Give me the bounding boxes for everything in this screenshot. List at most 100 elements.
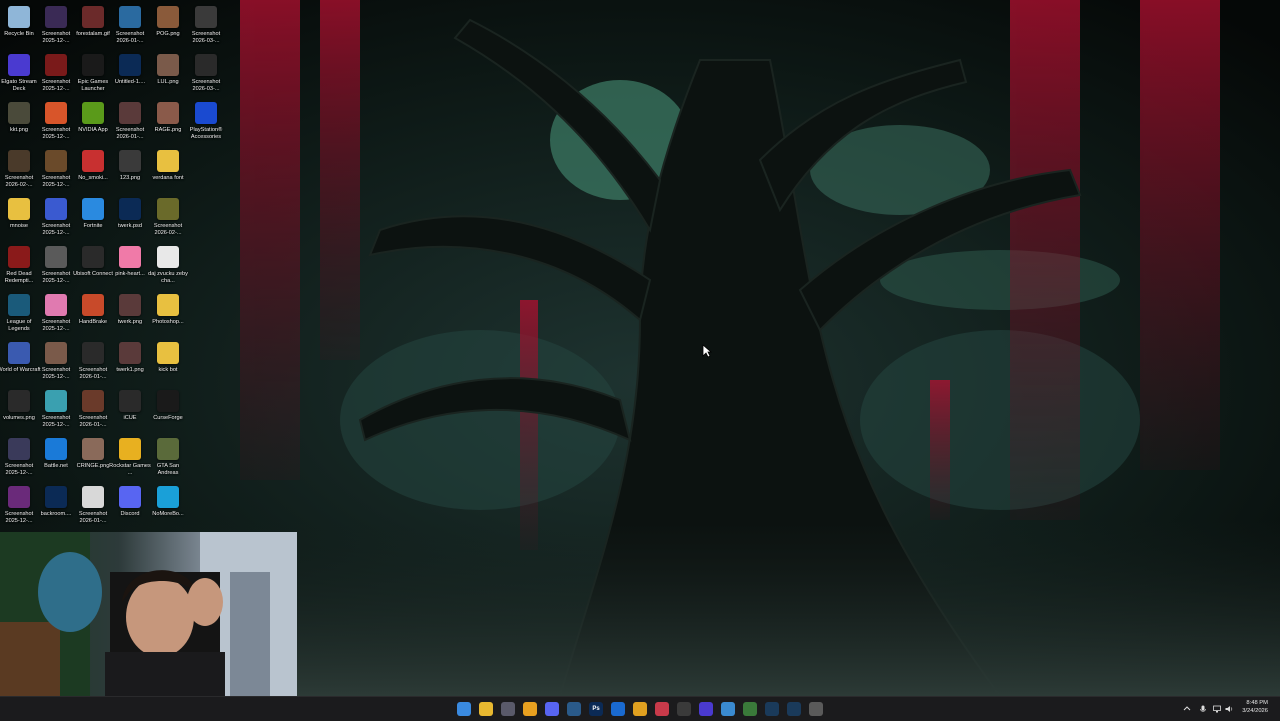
taskbar-app-icon[interactable] [655,702,669,716]
desktop-icon[interactable]: Photoshop... [149,290,187,338]
desktop-icon[interactable]: mnoise [0,194,38,242]
desktop-icon[interactable]: CRINGE.png [74,434,112,482]
nvidia-icon [82,102,104,124]
desktop-icon[interactable]: Screenshot 2025-12-... [37,338,75,386]
recycle-bin-icon [8,6,30,28]
network-icon[interactable] [1213,705,1221,713]
image-icon [195,54,217,76]
desktop-icon[interactable]: 123.png [111,146,149,194]
desktop-icon[interactable]: Screenshot 2025-12-... [37,290,75,338]
desktop-icon[interactable]: Recycle Bin [0,2,38,50]
taskbar-app-icon[interactable] [677,702,691,716]
curseforge-icon [157,390,179,412]
taskbar-photoshop-icon[interactable]: Ps [589,702,603,716]
image-icon [157,198,179,220]
desktop-icon[interactable]: twerk1.png [111,338,149,386]
desktop-icon[interactable]: NVIDIA App [74,98,112,146]
taskbar-chrome-icon[interactable] [633,702,647,716]
image-icon [82,390,104,412]
desktop-icon[interactable]: Elgato Stream Deck [0,50,38,98]
desktop-icon[interactable]: Ubisoft Connect [73,242,113,290]
desktop-icon[interactable]: Screenshot 2026-03-... [187,2,225,50]
desktop-icon[interactable]: twerk.psd [111,194,149,242]
image-icon [119,6,141,28]
system-clock[interactable]: 8:48 PM 3/24/2026 [1242,699,1268,715]
desktop-icon[interactable]: Fortnite [74,194,112,242]
show-hidden-icons-chevron-icon[interactable] [1183,705,1191,713]
microphone-icon[interactable] [1199,705,1207,713]
desktop-icon[interactable]: Screenshot 2026-01-... [74,386,112,434]
desktop-icon[interactable]: RAGE.png [149,98,187,146]
desktop-icon[interactable]: backroom.... [37,482,75,530]
desktop-icon[interactable]: Screenshot 2025-12-... [0,482,38,530]
desktop-icon[interactable]: Screenshot 2025-12-... [37,2,75,50]
ubisoft-icon [82,246,104,268]
desktop-icon[interactable]: HandBrake [74,290,112,338]
desktop-icon[interactable]: iCUE [111,386,149,434]
desktop-icon[interactable]: Screenshot 2025-12-... [37,194,75,242]
desktop-icon[interactable]: Screenshot 2026-01-... [111,2,149,50]
image-icon [82,486,104,508]
desktop-icon[interactable]: kick bot [149,338,187,386]
desktop-icon[interactable]: Screenshot 2025-12-... [37,50,75,98]
desktop-icon[interactable]: Screenshot 2025-12-... [37,98,75,146]
desktop-icon[interactable]: Screenshot 2026-02-... [0,146,38,194]
taskbar-steam-icon[interactable] [787,702,801,716]
desktop-icon[interactable]: World of Warcraft [0,338,41,386]
desktop-icon[interactable]: Screenshot 2025-12-... [37,386,75,434]
desktop-icon[interactable]: Rockstar Games ... [109,434,151,482]
desktop-icon[interactable]: Screenshot 2026-01-... [74,338,112,386]
volume-icon[interactable] [1225,705,1233,713]
fortnite-icon [82,198,104,220]
desktop-icon[interactable]: Screenshot 2025-12-... [37,146,75,194]
desktop-icon[interactable]: verdana font [149,146,187,194]
taskbar-app-icon[interactable] [567,702,581,716]
desktop-icon[interactable]: Screenshot 2025-12-... [0,434,38,482]
image-icon [119,102,141,124]
handbrake-icon [82,294,104,316]
desktop-icon[interactable]: kkt.png [0,98,38,146]
desktop-icon[interactable]: PlayStation® Accessories [187,98,225,146]
folder-icon [157,294,179,316]
desktop-icon[interactable]: NoMoreBo... [149,482,187,530]
photoshop-file-icon [119,54,141,76]
desktop-icon[interactable]: Screenshot 2025-12-... [37,242,75,290]
desktop-icon[interactable]: volumes.png [0,386,38,434]
taskbar-app-icon[interactable] [809,702,823,716]
desktop-icon[interactable]: Epic Games Launcher [74,50,112,98]
desktop-icon[interactable]: Screenshot 2026-03-... [187,50,225,98]
desktop-icon[interactable]: Battle.net [37,434,75,482]
desktop-icon[interactable]: CurseForge [149,386,187,434]
desktop-icon[interactable]: Screenshot 2026-01-... [74,482,112,530]
desktop-icon[interactable]: Red Dead Redempti... [0,242,38,290]
taskbar-file-explorer-icon[interactable] [479,702,493,716]
taskbar-folder-icon[interactable] [523,702,537,716]
taskbar-steam-icon[interactable] [765,702,779,716]
taskbar-app-icon[interactable] [501,702,515,716]
desktop-icon[interactable]: Screenshot 2026-01-... [111,98,149,146]
desktop-icon[interactable]: daj zvucku zeby cha... [148,242,188,290]
desktop-icon[interactable]: pink-heart... [111,242,149,290]
desktop-icon-label: CurseForge [153,415,183,421]
desktop-icon[interactable]: POG.png [149,2,187,50]
taskbar-stream-deck-icon[interactable] [699,702,713,716]
desktop-icon[interactable]: twerk.png [111,290,149,338]
desktop-icon[interactable]: League of Legends [0,290,38,338]
clock-date: 3/24/2026 [1242,708,1268,714]
desktop-icon[interactable]: LUL.png [149,50,187,98]
desktop-icon[interactable]: Screenshot 2026-02-... [149,194,187,242]
desktop-icon[interactable]: GTA San Andreas [149,434,187,482]
desktop-icon-label: PlayStation® Accessories [189,127,223,140]
desktop-icon[interactable]: Discord [111,482,149,530]
image-icon [45,6,67,28]
desktop-icon[interactable]: Untitled-1.... [111,50,149,98]
taskbar-app-icon[interactable] [611,702,625,716]
taskbar-app-icon[interactable] [721,702,735,716]
start-button[interactable] [457,702,471,716]
icue-icon [119,390,141,412]
heart-icon [119,246,141,268]
taskbar-discord-icon[interactable] [545,702,559,716]
desktop-icon[interactable]: forestalam.gif [74,2,112,50]
taskbar-app-icon[interactable] [743,702,757,716]
desktop-icon[interactable]: No_smoki... [74,146,112,194]
